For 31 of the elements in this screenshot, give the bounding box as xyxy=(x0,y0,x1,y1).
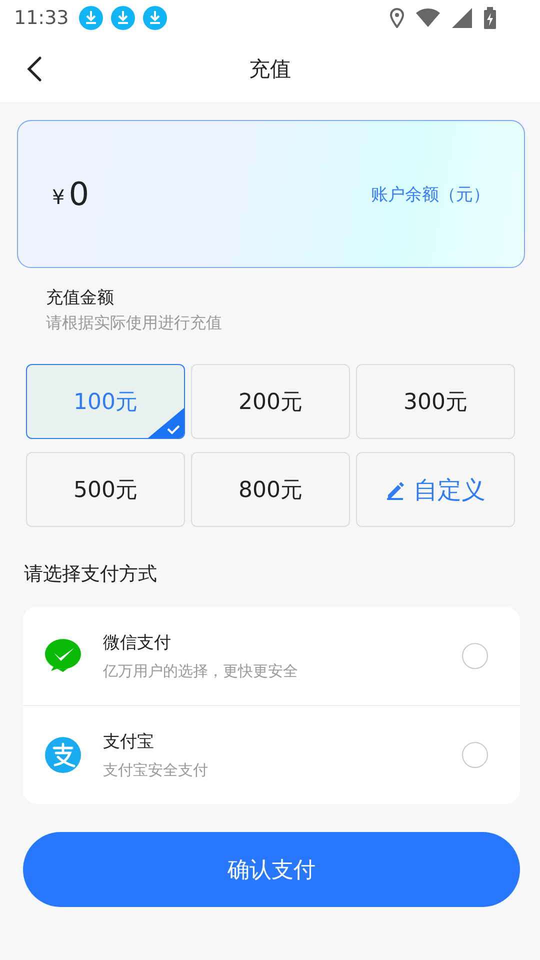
payment-name: 支付宝 xyxy=(103,731,155,753)
amount-option[interactable]: 800元 xyxy=(191,452,350,527)
confirm-button[interactable]: 确认支付 xyxy=(23,832,520,907)
pencil-icon xyxy=(386,480,406,500)
amount-option[interactable]: 300元 xyxy=(356,364,515,439)
balance-amount: 0 xyxy=(68,175,90,213)
wifi-icon xyxy=(416,8,440,28)
signal-icon xyxy=(452,8,472,28)
payment-name: 微信支付 xyxy=(103,632,172,654)
amount-option[interactable]: 200元 xyxy=(191,364,350,439)
location-icon xyxy=(390,8,404,28)
section-hint: 请根据实际使用进行充值 xyxy=(46,313,223,334)
download-icon xyxy=(142,6,167,30)
custom-amount-button[interactable]: 自定义 xyxy=(356,452,515,527)
payment-description: 支付宝安全支付 xyxy=(103,761,208,780)
currency-symbol: ¥ xyxy=(52,185,65,209)
amount-option[interactable]: 500元 xyxy=(26,452,185,527)
battery-icon xyxy=(484,7,496,29)
payment-description: 亿万用户的选择，更快更安全 xyxy=(103,662,298,681)
page-title: 充值 xyxy=(249,56,291,83)
radio-button[interactable] xyxy=(462,643,488,669)
radio-button[interactable] xyxy=(462,742,488,768)
download-icon xyxy=(78,6,103,30)
section-title: 充值金额 xyxy=(46,287,115,309)
check-corner-icon xyxy=(148,408,184,438)
download-icon xyxy=(110,6,135,30)
balance-label: 账户余额（元） xyxy=(371,184,490,206)
alipay-icon xyxy=(45,737,81,773)
payment-title: 请选择支付方式 xyxy=(23,562,158,587)
chat-bubble-check-icon xyxy=(45,638,81,674)
status-time: 11:33 xyxy=(14,7,69,29)
